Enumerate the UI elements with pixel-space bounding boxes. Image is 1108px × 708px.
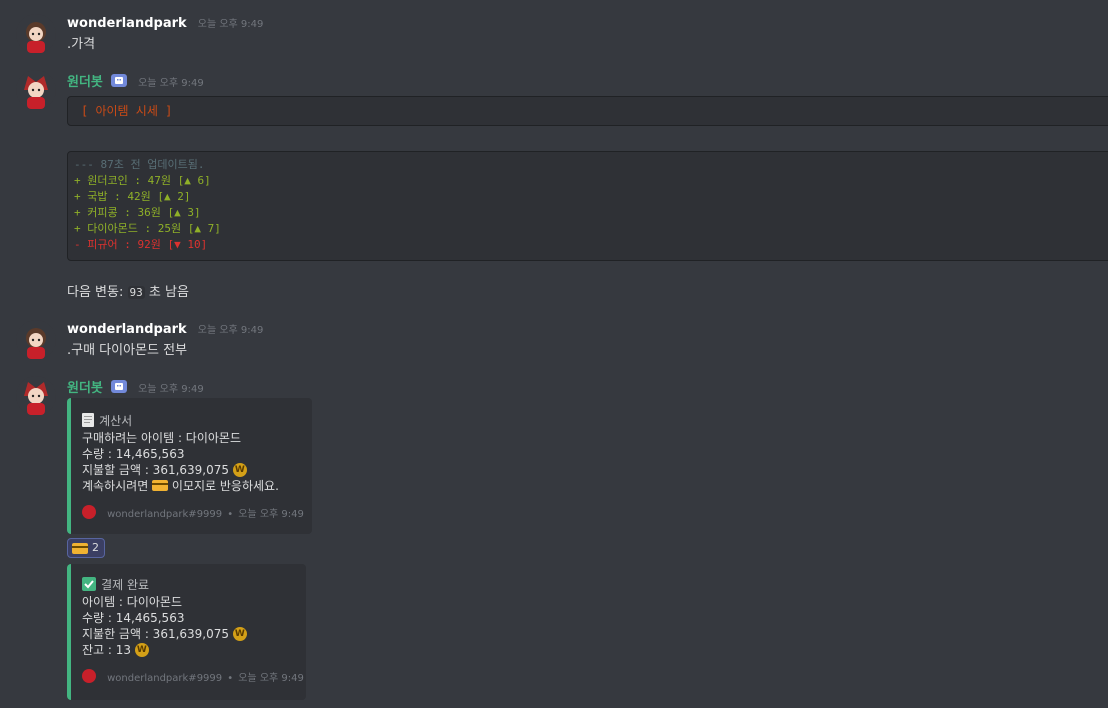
bot-avatar[interactable] xyxy=(16,70,56,110)
receipt-embed: 결제 완료 아이템 : 다이아몬드 수량 : 14,465,563 지불한 금액… xyxy=(67,564,306,700)
balance-amount: 잔고 : 13 xyxy=(82,643,132,657)
message-timestamp: 오늘 오후 9:49 xyxy=(138,78,204,89)
price-header-codeblock: [ 아이템 시세 ] xyxy=(67,96,1108,126)
price-list-codeblock: --- 87초 전 업데이트됨. + 원더코인 : 47원 [▲ 6] + 국밥… xyxy=(67,151,1108,261)
coin-icon: W xyxy=(134,642,149,657)
embed-field-paid: 지불한 금액 : 361,639,075 W xyxy=(82,626,247,642)
embed-field: 아이템 : 다이아몬드 xyxy=(82,595,182,609)
footer-time: 오늘 오후 9:49 xyxy=(238,509,304,520)
bot-avatar[interactable] xyxy=(16,376,56,416)
credit-card-icon xyxy=(72,543,88,554)
confirm-suffix: 이모지로 반응하세요. xyxy=(171,479,279,493)
message-text: .구매 다이아몬드 전부 xyxy=(67,343,188,358)
next-change-label: 다음 변동: xyxy=(67,285,124,300)
footer-separator: • xyxy=(227,509,234,520)
price-line: + 국밥 : 42원 [▲ 2] xyxy=(74,190,191,203)
price-line: + 다이아몬드 : 25원 [▲ 7] xyxy=(74,222,221,235)
next-change-text: 다음 변동: 93 초 남음 xyxy=(67,281,189,300)
price-line: + 커피콩 : 36원 [▲ 3] xyxy=(74,206,201,219)
confirm-instruction: 계속하시려면 이모지로 반응하세요. xyxy=(82,478,279,494)
reaction-count: 2 xyxy=(92,541,99,554)
embed-field-pay: 지불할 금액 : 361,639,075 W xyxy=(82,462,247,478)
receipt-icon xyxy=(82,412,94,427)
bot-badge-icon xyxy=(110,380,127,393)
footer-user: wonderlandpark#9999 xyxy=(107,673,223,684)
footer-avatar xyxy=(82,504,96,519)
message-timestamp: 오늘 오후 9:49 xyxy=(197,325,264,336)
next-change-suffix: 초 남음 xyxy=(148,285,189,300)
update-notice: --- 87초 전 업데이트됨. xyxy=(74,158,205,171)
user-avatar[interactable] xyxy=(16,14,56,54)
footer-time: 오늘 오후 9:49 xyxy=(238,673,304,684)
next-change-seconds: 93 xyxy=(127,286,145,299)
user-avatar[interactable] xyxy=(16,320,56,360)
embed-field: 수량 : 14,465,563 xyxy=(82,611,185,625)
confirm-prefix: 계속하시려면 xyxy=(82,479,149,493)
footer-separator: • xyxy=(227,673,234,684)
check-mark-icon xyxy=(82,576,96,591)
reaction-credit-card[interactable]: 2 xyxy=(67,538,105,558)
embed-footer: wonderlandpark#9999 • 오늘 오후 9:49 xyxy=(82,504,304,520)
embed-title: 계산서 xyxy=(99,414,133,428)
embed-field: 구매하려는 아이템 : 다이아몬드 xyxy=(82,431,242,445)
author-name[interactable]: 원더봇 xyxy=(67,381,103,396)
footer-avatar xyxy=(82,668,96,683)
bot-badge-icon xyxy=(110,74,127,87)
embed-field-balance: 잔고 : 13 W xyxy=(82,642,149,658)
embed-footer: wonderlandpark#9999 • 오늘 오후 9:49 xyxy=(82,668,304,684)
paid-amount: 지불한 금액 : 361,639,075 xyxy=(82,627,230,641)
coin-icon: W xyxy=(232,626,247,641)
coin-icon: W xyxy=(232,462,247,477)
price-line: - 피규어 : 92원 [▼ 10] xyxy=(74,238,208,251)
message-text: .가격 xyxy=(67,37,96,52)
author-name[interactable]: wonderlandpark xyxy=(67,322,187,337)
message-timestamp: 오늘 오후 9:49 xyxy=(197,19,264,30)
price-line: + 원더코인 : 47원 [▲ 6] xyxy=(74,174,211,187)
pay-amount: 지불할 금액 : 361,639,075 xyxy=(82,463,230,477)
credit-card-icon xyxy=(152,480,169,491)
invoice-embed: 계산서 구매하려는 아이템 : 다이아몬드 수량 : 14,465,563 지불… xyxy=(67,398,312,534)
footer-user: wonderlandpark#9999 xyxy=(107,509,223,520)
embed-field: 수량 : 14,465,563 xyxy=(82,447,185,461)
author-name[interactable]: 원더봇 xyxy=(67,75,103,90)
price-header: [ 아이템 시세 ] xyxy=(81,104,173,118)
embed-title: 결제 완료 xyxy=(101,578,150,592)
author-name[interactable]: wonderlandpark xyxy=(67,16,187,31)
message-timestamp: 오늘 오후 9:49 xyxy=(138,384,204,395)
